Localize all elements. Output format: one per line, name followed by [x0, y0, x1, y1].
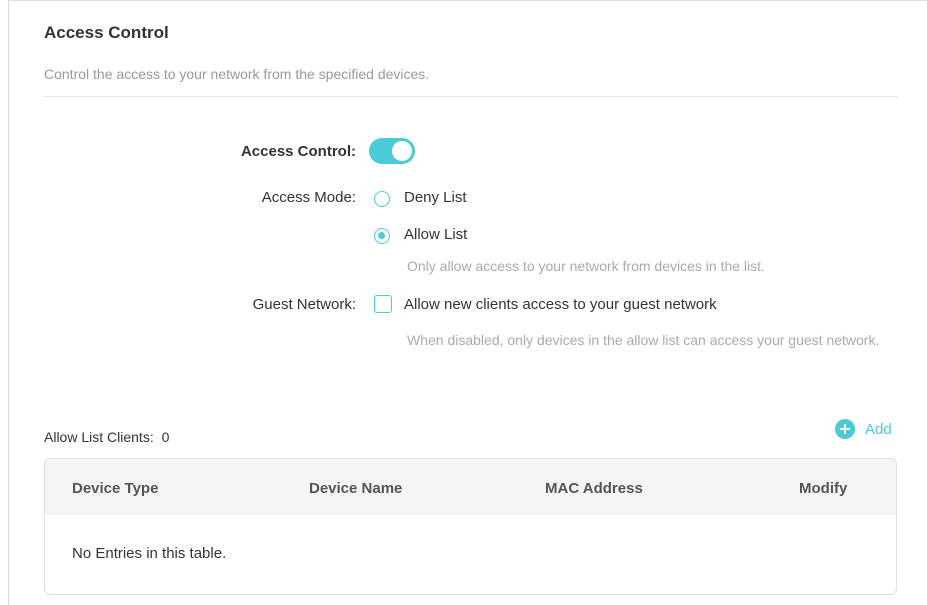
section-title: Access Control	[44, 23, 169, 42]
allow-list-clients-label: Allow List Clients: 0	[44, 429, 169, 445]
plus-circle-icon	[835, 419, 855, 439]
add-client-label: Add	[865, 420, 892, 438]
section-divider	[44, 96, 898, 97]
allow-list-label[interactable]: Allow List	[404, 226, 467, 243]
add-client-button[interactable]: Add	[835, 418, 892, 440]
table-empty-message: No Entries in this table.	[72, 545, 227, 562]
radio-selected-dot	[378, 232, 385, 239]
guest-network-label: Guest Network:	[252, 296, 356, 313]
toggle-knob	[392, 141, 412, 161]
column-modify: Modify	[799, 480, 848, 497]
section-description: Control the access to your network from …	[44, 66, 430, 82]
deny-list-label[interactable]: Deny List	[404, 189, 467, 206]
allow-list-table: Device Type Device Name MAC Address Modi…	[44, 458, 897, 595]
table-header: Device Type Device Name MAC Address Modi…	[45, 459, 896, 515]
allow-list-radio[interactable]	[374, 228, 390, 244]
column-device-type: Device Type	[72, 480, 159, 497]
column-mac-address: MAC Address	[545, 480, 643, 497]
access-mode-label: Access Mode:	[261, 189, 356, 206]
guest-network-checkbox-label[interactable]: Allow new clients access to your guest n…	[404, 296, 717, 313]
guest-network-checkbox[interactable]	[374, 295, 392, 313]
access-control-label: Access Control:	[240, 143, 356, 160]
access-mode-hint: Only allow access to your network from d…	[407, 258, 765, 274]
guest-network-hint: When disabled, only devices in the allow…	[407, 332, 880, 348]
deny-list-radio[interactable]	[374, 191, 390, 207]
allow-list-clients-count: 0	[161, 429, 170, 445]
column-device-name: Device Name	[309, 480, 403, 497]
allow-list-clients-text: Allow List Clients:	[44, 429, 154, 445]
access-control-toggle[interactable]	[369, 138, 415, 164]
